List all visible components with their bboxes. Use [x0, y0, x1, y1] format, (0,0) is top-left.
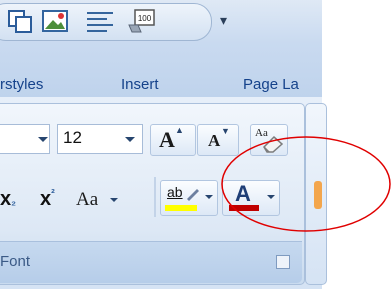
annotation-ellipse — [221, 136, 391, 232]
